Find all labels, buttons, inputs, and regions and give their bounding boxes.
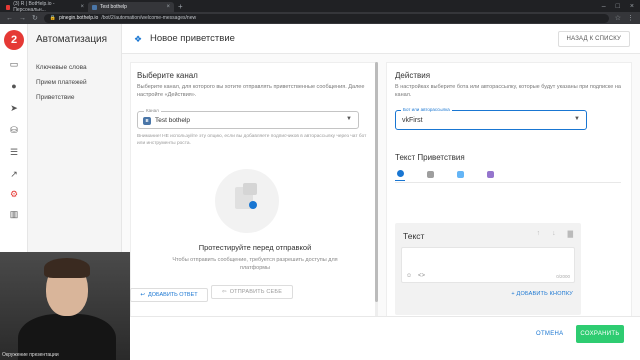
test-illustration [215, 169, 279, 233]
divider [395, 182, 621, 183]
actions-title: Действия [395, 71, 431, 80]
chevron-down-icon: ▼ [574, 116, 580, 122]
subnav-item-payments[interactable]: Прием платежей [36, 79, 87, 86]
address-bar: ← → ↻ 🔒 pinegin.bothelp.io/bot/2/automat… [0, 12, 640, 24]
test-title: Протестируйте перед отправкой [198, 243, 312, 252]
close-window-icon[interactable]: × [630, 3, 634, 10]
test-description: Чтобы отправить сообщение, требуется раз… [172, 257, 338, 271]
char-counter: 0/2000 [556, 274, 570, 279]
message-tools: ↑ ↓ ▇ [537, 230, 573, 238]
vk-icon: в [143, 117, 151, 125]
stats-icon[interactable]: ▥ [8, 208, 20, 220]
move-down-icon[interactable]: ↓ [552, 230, 556, 238]
message-card: Текст ↑ ↓ ▇ ☺ <> 0/2000 + ДОБАВИТЬ КНОПК… [395, 223, 581, 315]
code-icon[interactable]: <> [418, 273, 425, 279]
vk-icon: ❖ [134, 34, 143, 44]
delete-icon[interactable]: ▇ [568, 230, 573, 238]
save-button[interactable]: СОХРАНИТЬ [576, 325, 624, 343]
channel-title: Выберите канал [137, 71, 198, 80]
reload-icon[interactable]: ↻ [32, 14, 38, 22]
channel-description: Выберите канал, для которого вы хотите о… [137, 84, 365, 98]
tab-favicon-icon [6, 4, 11, 10]
subnav-item-greeting[interactable]: Приветствие [36, 94, 75, 101]
tab-favicon-icon [92, 4, 97, 10]
webcam-overlay: Окружение презентации [0, 252, 130, 360]
viber-icon [486, 170, 494, 178]
reply-icon: ↩ [140, 292, 145, 298]
back-icon[interactable]: ← [6, 15, 13, 22]
send-arrow-icon: ⇦ [221, 289, 227, 295]
url-field[interactable]: 🔒 pinegin.bothelp.io/bot/2/automation/we… [43, 13, 609, 23]
channel-select[interactable]: Канал в Test bothelp ▼ [137, 108, 359, 129]
tab-close-icon[interactable]: × [166, 4, 170, 10]
emoji-icon[interactable]: ☺ [406, 273, 412, 279]
actions-panel: Действия В настройках выберите бота или … [386, 62, 632, 332]
send-to-self-label: ОТПРАВИТЬ СЕБЕ [229, 289, 283, 295]
left-scrollbar[interactable] [375, 62, 378, 332]
database-icon[interactable]: ⛁ [8, 124, 20, 136]
tab-title: Test bothelp [100, 4, 127, 10]
page-header: ❖ Новое приветствие НАЗАД К СПИСКУ [122, 24, 640, 54]
presenter-hair [44, 258, 90, 278]
move-up-icon[interactable]: ↑ [537, 230, 541, 238]
message-title: Текст [403, 231, 425, 241]
tab-close-icon[interactable]: × [80, 4, 84, 10]
scroll-thumb[interactable] [375, 62, 378, 302]
window-controls: – □ × [602, 0, 640, 12]
tab-vk[interactable] [425, 167, 435, 181]
greeting-title: Текст Приветствия [395, 153, 465, 162]
page-title: Новое приветствие [150, 33, 235, 44]
chart-icon[interactable]: ↗ [8, 168, 20, 180]
platform-tabs [395, 167, 495, 181]
vk-icon [426, 170, 434, 178]
send-icon [249, 201, 257, 209]
message-text-input[interactable]: ☺ <> 0/2000 [401, 247, 575, 283]
back-to-list-button[interactable]: НАЗАД К СПИСКУ [557, 31, 630, 47]
add-button-label: ДОБАВИТЬ КНОПКУ [516, 291, 573, 297]
new-tab-icon[interactable]: + [174, 2, 187, 12]
lock-icon: 🔒 [49, 15, 57, 21]
list-icon[interactable]: ☰ [8, 146, 20, 158]
main-area: ❖ Новое приветствие НАЗАД К СПИСКУ Выбер… [122, 24, 640, 360]
star-icon[interactable]: ☆ [615, 14, 621, 22]
channel-select-legend: Канал [144, 108, 161, 113]
actions-description: В настройках выберите бота или авторассы… [395, 84, 621, 98]
send-to-self-button[interactable]: ⇦ ОТПРАВИТЬ СЕБЕ [211, 285, 293, 299]
webcam-label: Окружение презентации [2, 352, 59, 358]
logo[interactable]: 2 [4, 30, 24, 50]
browser-tab-active[interactable]: Test bothelp × [88, 2, 174, 12]
telegram-icon [456, 170, 464, 178]
menu-icon[interactable]: ⋮ [627, 14, 634, 22]
document-icon [243, 183, 257, 195]
cancel-button[interactable]: ОТМЕНА [536, 331, 563, 337]
channel-select-value: Test bothelp [155, 117, 191, 124]
add-answer-label: ДОБАВИТЬ ОТВЕТ [147, 292, 198, 298]
bot-select[interactable]: Бот или авторассылка vkFirst ▼ [395, 107, 587, 130]
automation-icon[interactable]: ⚙ [8, 188, 20, 200]
forward-icon[interactable]: → [19, 15, 26, 22]
subnav-item-keywords[interactable]: Ключевые слова [36, 64, 87, 71]
tab-telegram[interactable] [455, 167, 465, 181]
subnav-title: Автоматизация [36, 34, 108, 45]
chevron-down-icon: ▼ [346, 116, 352, 122]
url-path: /bot/2/automation/welcome-messages/new [101, 15, 197, 21]
tab-viber[interactable] [485, 167, 495, 181]
minimize-icon[interactable]: – [602, 3, 606, 10]
add-button-button[interactable]: + ДОБАВИТЬ КНОПКУ [511, 291, 573, 297]
browser-tab[interactable]: (3) R | BotHelp.io - Персональн... × [2, 1, 88, 13]
page-footer: ОТМЕНА СОХРАНИТЬ [122, 316, 640, 360]
bot-select-legend: Бот или авторассылка [401, 107, 452, 112]
url-host: pinegin.bothelp.io [59, 15, 99, 21]
add-answer-button[interactable]: ↩ ДОБАВИТЬ ОТВЕТ [130, 288, 208, 302]
send-icon[interactable]: ➤ [8, 102, 20, 114]
users-icon[interactable]: ● [8, 80, 20, 92]
tab-messenger[interactable] [395, 167, 405, 181]
messenger-icon [396, 170, 404, 177]
bot-select-value: vkFirst [402, 117, 423, 124]
browser-tabbar: (3) R | BotHelp.io - Персональн... × Tes… [0, 0, 640, 13]
chat-icon[interactable]: ▭ [8, 58, 20, 70]
channel-warning: Внимание! НЕ используйте эту опцию, если… [137, 134, 367, 146]
maximize-icon[interactable]: □ [616, 3, 620, 10]
